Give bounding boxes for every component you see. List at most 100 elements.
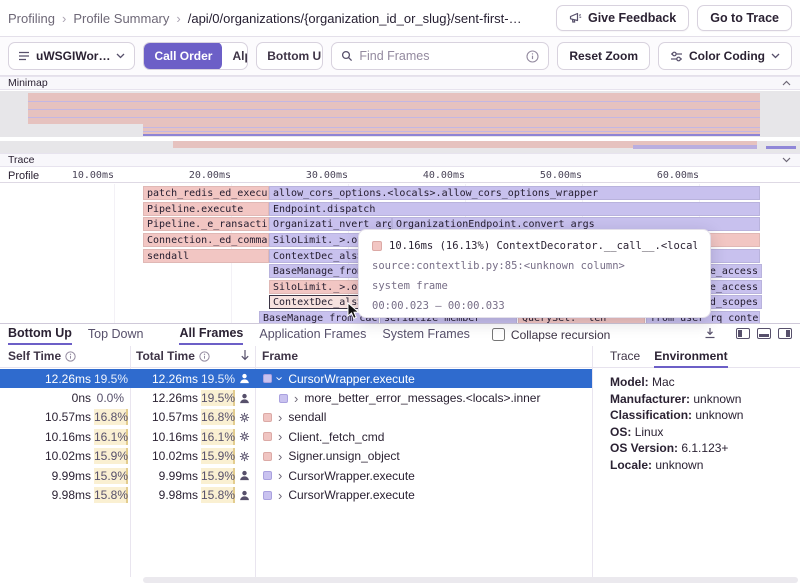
self-time-value: 0ns xyxy=(72,391,91,405)
frame-column-header[interactable]: Frame xyxy=(262,349,298,363)
self-time-column-header[interactable]: Self Time xyxy=(8,349,76,363)
frame-name: sendall xyxy=(288,410,326,424)
minimap-line xyxy=(28,109,760,110)
minimap-canvas[interactable] xyxy=(0,91,800,153)
self-time-pct: 16.8% xyxy=(94,409,128,425)
flame-frame[interactable]: Connection._ed_command xyxy=(143,233,269,247)
self-time-value: 10.02ms xyxy=(45,449,91,463)
go-to-trace-label: Go to Trace xyxy=(710,11,779,25)
tab-trace[interactable]: Trace xyxy=(610,349,640,368)
self-time-pct: 16.1% xyxy=(94,429,128,445)
thread-selector-dropdown[interactable]: uWSGIWor… xyxy=(8,42,135,70)
table-row[interactable]: 9.98ms15.8% 9.98ms15.8% ›CursorWrapper.e… xyxy=(0,485,592,504)
breadcrumb-profiling[interactable]: Profiling xyxy=(8,11,55,26)
flame-frame[interactable]: Endpoint.dispatch xyxy=(269,202,760,216)
self-time-value: 12.26ms xyxy=(45,372,91,386)
panel-divider xyxy=(592,346,593,577)
flame-frame-selected[interactable]: ContextDec_als>.i xyxy=(269,295,359,309)
gridline xyxy=(114,184,115,323)
flame-frame[interactable]: ContextDec_als>.i xyxy=(269,249,359,263)
gear-icon xyxy=(238,431,251,442)
breadcrumb-profile-summary[interactable]: Profile Summary xyxy=(73,11,169,26)
caret-collapsed-icon[interactable]: › xyxy=(278,413,282,422)
color-coding-dropdown[interactable]: Color Coding xyxy=(658,42,792,70)
minimap-block xyxy=(766,146,796,149)
minimap-line xyxy=(143,127,760,128)
table-row[interactable]: 12.26ms19.5% 12.26ms19.5% ›CursorWrapper… xyxy=(0,369,592,388)
tab-bottom-up[interactable]: Bottom Up xyxy=(8,324,72,345)
self-time-pct: 0.0% xyxy=(94,390,128,406)
axis-tick: 40.00ms xyxy=(405,170,465,181)
frame-label: Frame xyxy=(262,349,298,363)
search-icon xyxy=(341,50,353,62)
direction-bottom-up-button[interactable]: Bottom Up xyxy=(257,42,323,70)
flame-frame[interactable]: patch_redis_ed_execute xyxy=(143,186,269,200)
table-row[interactable]: 9.99ms15.9% 9.99ms15.9% ›CursorWrapper.e… xyxy=(0,466,592,485)
total-time-value: 10.57ms xyxy=(152,410,198,424)
find-frames-search[interactable] xyxy=(331,42,549,70)
total-time-value: 12.26ms xyxy=(152,372,198,386)
flame-frame[interactable]: allow_cors_options.<locals>.allow_cors_o… xyxy=(269,186,760,200)
flame-frame[interactable]: SiloLimit._>.over xyxy=(269,280,359,294)
color-coding-label: Color Coding xyxy=(689,49,765,63)
caret-expanded-icon[interactable]: › xyxy=(276,377,285,381)
chevron-up-icon[interactable] xyxy=(782,80,791,86)
caret-collapsed-icon[interactable]: › xyxy=(278,491,282,500)
collapse-recursion-checkbox[interactable] xyxy=(492,328,505,341)
flame-frame[interactable]: BaseManage_from_c xyxy=(269,264,359,278)
frame-color-swatch xyxy=(263,452,272,461)
sort-descending-icon[interactable] xyxy=(240,349,250,361)
tab-top-down[interactable]: Top Down xyxy=(88,325,144,344)
reset-zoom-button[interactable]: Reset Zoom xyxy=(557,42,650,70)
frame-table: 12.26ms19.5% 12.26ms19.5% ›CursorWrapper… xyxy=(0,369,592,505)
tab-all-frames[interactable]: All Frames xyxy=(179,324,243,345)
sort-segmented-control: Call Order Alphabetical Left Heavy xyxy=(143,42,248,70)
thread-selector-label: uWSGIWor… xyxy=(36,49,110,63)
sort-call-order-button[interactable]: Call Order xyxy=(144,42,222,70)
tab-environment[interactable]: Environment xyxy=(654,349,727,368)
caret-collapsed-icon[interactable]: › xyxy=(278,432,282,441)
search-input[interactable] xyxy=(359,49,520,63)
detail-manufacturer: Manufacturer: unknown xyxy=(610,391,792,408)
chevron-down-icon[interactable] xyxy=(782,157,791,163)
detail-locale: Locale: unknown xyxy=(610,457,792,474)
total-time-pct: 15.9% xyxy=(201,448,235,464)
tab-application-frames[interactable]: Application Frames xyxy=(259,325,366,344)
caret-collapsed-icon[interactable]: › xyxy=(294,394,298,403)
horizontal-scrollbar[interactable] xyxy=(143,577,798,583)
dock-left-icon[interactable] xyxy=(736,328,750,339)
caret-collapsed-icon[interactable]: › xyxy=(278,471,282,480)
caret-collapsed-icon[interactable]: › xyxy=(278,452,282,461)
info-icon xyxy=(526,50,539,63)
download-icon[interactable] xyxy=(704,327,716,339)
table-row[interactable]: 10.57ms16.8% 10.57ms16.8% ›sendall xyxy=(0,408,592,427)
flame-frame[interactable]: sendall xyxy=(143,249,269,263)
total-time-column-header[interactable]: Total Time xyxy=(136,349,210,363)
flame-frame[interactable]: SiloLimit._>.over xyxy=(269,233,359,247)
give-feedback-button[interactable]: Give Feedback xyxy=(556,5,689,31)
self-time-value: 10.16ms xyxy=(45,430,91,444)
tab-system-frames[interactable]: System Frames xyxy=(382,325,470,344)
sort-alphabetical-button[interactable]: Alphabetical xyxy=(222,42,248,70)
go-to-trace-button[interactable]: Go to Trace xyxy=(697,5,792,31)
side-panel-tabs: Trace Environment xyxy=(610,349,728,368)
self-time-pct: 15.8% xyxy=(94,487,128,503)
table-row[interactable]: 10.16ms16.1% 10.16ms16.1% ›Client._fetch… xyxy=(0,427,592,446)
frame-name: more_better_error_messages.<locals>.inne… xyxy=(304,391,540,405)
total-time-pct: 16.8% xyxy=(201,409,235,425)
table-row[interactable]: 10.02ms15.9% 10.02ms15.9% ›Signer.unsign… xyxy=(0,447,592,466)
flame-frame[interactable]: Pipeline.execute xyxy=(143,202,269,216)
flame-frame[interactable]: Pipeline._e_ransaction xyxy=(143,217,269,231)
frame-tooltip: 10.16ms (16.13%) ContextDecorator.__call… xyxy=(358,229,711,318)
direction-segmented-control: Bottom Up Top Down xyxy=(256,42,323,70)
collapse-recursion-control[interactable]: Collapse recursion xyxy=(492,328,610,342)
minimap-header[interactable]: Minimap xyxy=(0,76,800,90)
detail-model: Model: Mac xyxy=(610,374,792,391)
dock-right-icon[interactable] xyxy=(778,328,792,339)
gear-icon xyxy=(238,451,251,462)
self-time-pct: 15.9% xyxy=(94,468,128,484)
table-row[interactable]: 0ns0.0% 12.26ms19.5% ›more_better_error_… xyxy=(0,388,592,407)
dock-bottom-icon[interactable] xyxy=(757,328,771,339)
trace-header[interactable]: Trace xyxy=(0,153,800,167)
self-time-value: 9.99ms xyxy=(52,469,91,483)
